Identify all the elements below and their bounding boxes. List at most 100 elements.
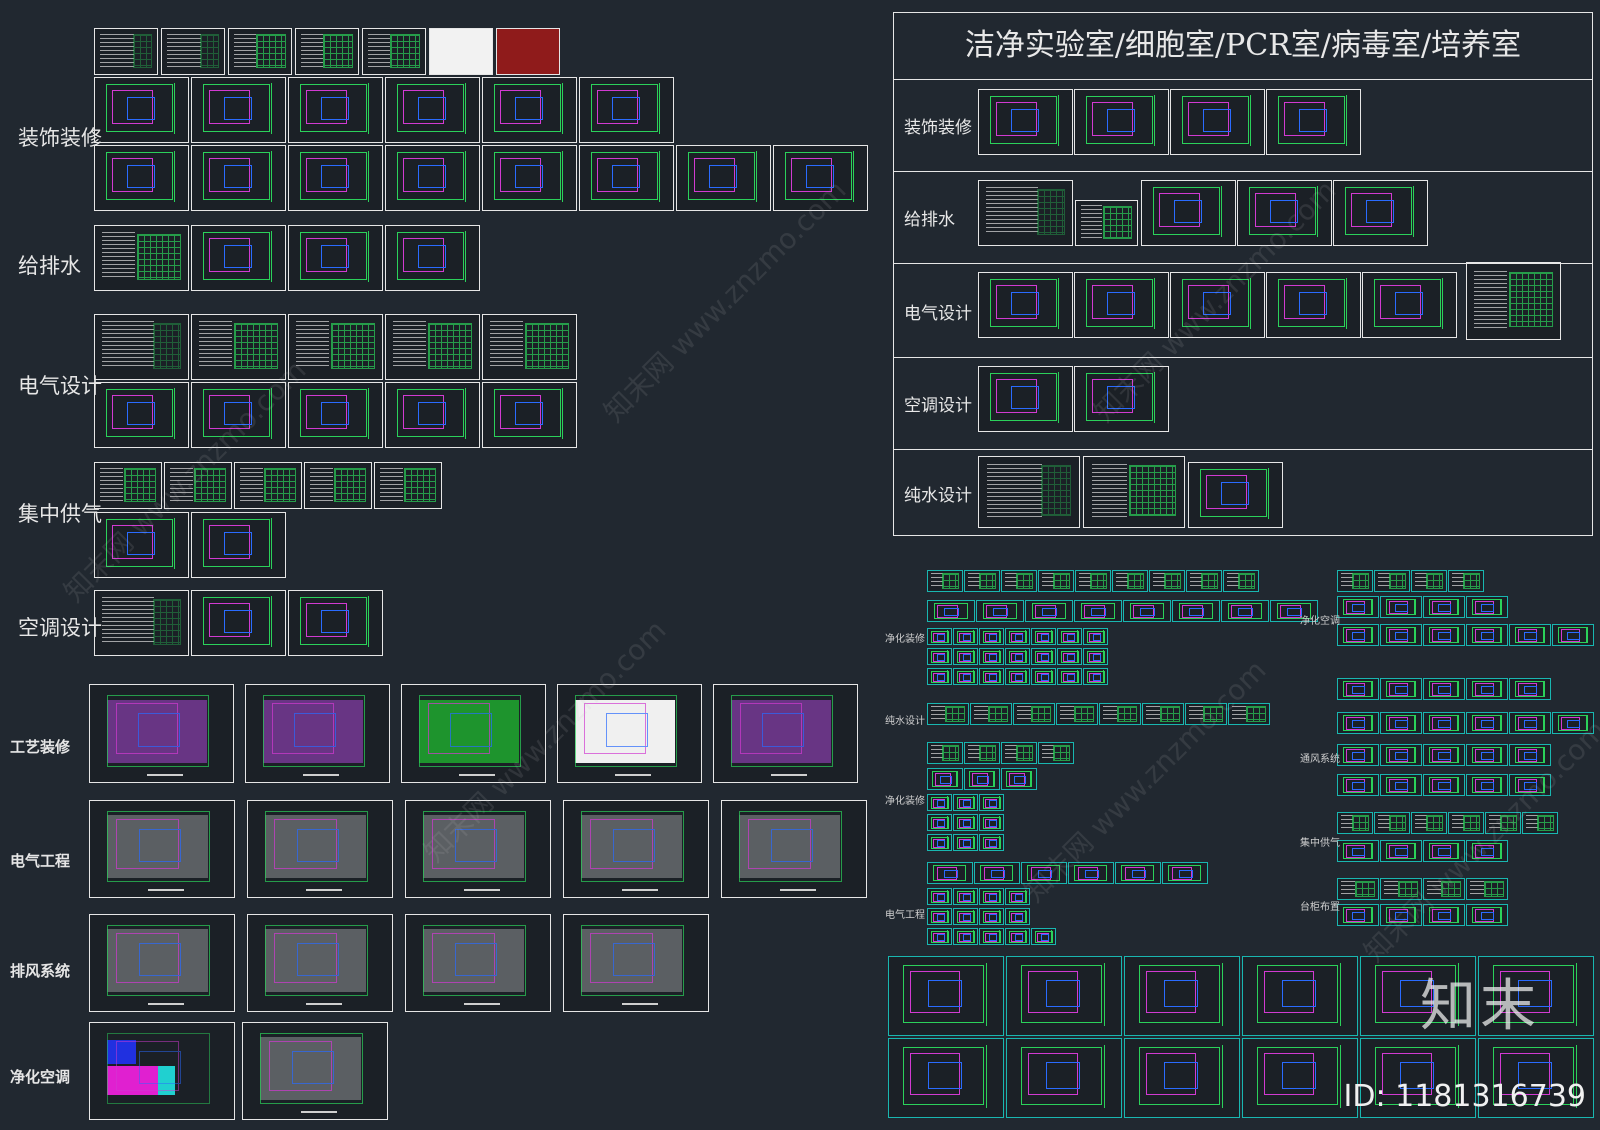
- drawing-sheet-thumbnail[interactable]: [161, 28, 225, 75]
- drawing-sheet-thumbnail[interactable]: [1057, 648, 1082, 665]
- drawing-sheet-thumbnail[interactable]: [927, 862, 973, 884]
- drawing-sheet-thumbnail[interactable]: [1223, 570, 1259, 592]
- drawing-sheet-thumbnail[interactable]: [385, 382, 480, 448]
- drawing-sheet-thumbnail[interactable]: [1162, 862, 1208, 884]
- drawing-sheet-thumbnail[interactable]: [89, 684, 234, 783]
- drawing-sheet-thumbnail[interactable]: [979, 628, 1004, 645]
- drawing-sheet-thumbnail[interactable]: [1031, 928, 1056, 945]
- drawing-sheet-thumbnail[interactable]: [405, 914, 551, 1012]
- drawing-sheet-thumbnail[interactable]: [1337, 712, 1379, 734]
- drawing-sheet-thumbnail[interactable]: [927, 628, 952, 645]
- drawing-sheet-thumbnail[interactable]: [1031, 648, 1056, 665]
- drawing-sheet-thumbnail[interactable]: [94, 77, 189, 143]
- drawing-sheet-thumbnail[interactable]: [94, 225, 189, 291]
- drawing-sheet-thumbnail[interactable]: [964, 742, 1000, 764]
- drawing-sheet-thumbnail[interactable]: [1005, 928, 1030, 945]
- drawing-sheet-thumbnail[interactable]: [288, 590, 383, 656]
- drawing-sheet-thumbnail[interactable]: [245, 684, 390, 783]
- drawing-sheet-thumbnail[interactable]: [191, 512, 286, 578]
- drawing-sheet-thumbnail[interactable]: [1083, 648, 1108, 665]
- drawing-sheet-thumbnail[interactable]: [1005, 628, 1030, 645]
- drawing-sheet-thumbnail[interactable]: [927, 794, 952, 811]
- drawing-sheet-thumbnail[interactable]: [191, 225, 286, 291]
- drawing-sheet-thumbnail[interactable]: [1466, 904, 1508, 926]
- drawing-sheet-thumbnail[interactable]: [1380, 744, 1422, 766]
- drawing-sheet-thumbnail[interactable]: [953, 834, 978, 851]
- drawing-sheet-thumbnail[interactable]: [89, 1022, 235, 1120]
- drawing-sheet-thumbnail[interactable]: [385, 77, 480, 143]
- drawing-sheet-thumbnail[interactable]: [304, 462, 372, 509]
- drawing-sheet-thumbnail[interactable]: [979, 908, 1004, 925]
- drawing-sheet-thumbnail[interactable]: [234, 462, 302, 509]
- drawing-sheet-thumbnail[interactable]: [979, 928, 1004, 945]
- drawing-sheet-thumbnail[interactable]: [1509, 712, 1551, 734]
- drawing-sheet-thumbnail[interactable]: [927, 742, 963, 764]
- drawing-sheet-thumbnail[interactable]: [979, 794, 1004, 811]
- drawing-sheet-thumbnail[interactable]: [953, 648, 978, 665]
- drawing-sheet-thumbnail[interactable]: [563, 800, 709, 898]
- drawing-sheet-thumbnail[interactable]: [1031, 668, 1056, 685]
- drawing-sheet-thumbnail[interactable]: [721, 800, 867, 898]
- drawing-sheet-thumbnail[interactable]: [927, 814, 952, 831]
- drawing-sheet-thumbnail[interactable]: [1172, 600, 1220, 622]
- drawing-sheet-thumbnail[interactable]: [979, 888, 1004, 905]
- drawing-sheet-thumbnail[interactable]: [1075, 570, 1111, 592]
- drawing-sheet-thumbnail[interactable]: [953, 814, 978, 831]
- drawing-sheet-thumbnail[interactable]: [242, 1022, 388, 1120]
- drawing-sheet-thumbnail[interactable]: [496, 28, 560, 75]
- drawing-sheet-thumbnail[interactable]: [970, 703, 1012, 725]
- drawing-sheet-thumbnail[interactable]: [979, 814, 1004, 831]
- drawing-sheet-thumbnail[interactable]: [563, 914, 709, 1012]
- drawing-sheet-thumbnail[interactable]: [1448, 570, 1484, 592]
- drawing-sheet-thumbnail[interactable]: [1099, 703, 1141, 725]
- drawing-sheet-thumbnail[interactable]: [1149, 570, 1185, 592]
- drawing-sheet-thumbnail[interactable]: [1380, 624, 1422, 646]
- drawing-sheet-thumbnail[interactable]: [1337, 774, 1379, 796]
- drawing-sheet-thumbnail[interactable]: [1124, 956, 1240, 1036]
- drawing-sheet-thumbnail[interactable]: [1006, 1038, 1122, 1118]
- drawing-sheet-thumbnail[interactable]: [953, 628, 978, 645]
- drawing-sheet-thumbnail[interactable]: [1083, 628, 1108, 645]
- drawing-sheet-thumbnail[interactable]: [927, 570, 963, 592]
- drawing-sheet-thumbnail[interactable]: [1337, 840, 1379, 862]
- drawing-sheet-thumbnail[interactable]: [1337, 570, 1373, 592]
- drawing-sheet-thumbnail[interactable]: [1337, 878, 1379, 900]
- drawing-sheet-thumbnail[interactable]: [1001, 768, 1037, 790]
- drawing-sheet-thumbnail[interactable]: [1115, 862, 1161, 884]
- drawing-sheet-thumbnail[interactable]: [1005, 648, 1030, 665]
- drawing-sheet-thumbnail[interactable]: [1337, 624, 1379, 646]
- drawing-sheet-thumbnail[interactable]: [288, 382, 383, 448]
- drawing-sheet-thumbnail[interactable]: [288, 77, 383, 143]
- drawing-sheet-thumbnail[interactable]: [927, 908, 952, 925]
- drawing-sheet-thumbnail[interactable]: [1242, 956, 1358, 1036]
- drawing-sheet-thumbnail[interactable]: [94, 314, 189, 380]
- drawing-sheet-thumbnail[interactable]: [1124, 1038, 1240, 1118]
- drawing-sheet-thumbnail[interactable]: [288, 225, 383, 291]
- drawing-sheet-thumbnail[interactable]: [1337, 678, 1379, 700]
- drawing-sheet-thumbnail[interactable]: [979, 834, 1004, 851]
- drawing-sheet-thumbnail[interactable]: [1466, 624, 1508, 646]
- drawing-sheet-thumbnail[interactable]: [1466, 744, 1508, 766]
- drawing-sheet-thumbnail[interactable]: [1374, 812, 1410, 834]
- drawing-sheet-thumbnail[interactable]: [964, 570, 1000, 592]
- drawing-sheet-thumbnail[interactable]: [1411, 812, 1447, 834]
- drawing-sheet-thumbnail[interactable]: [1038, 742, 1074, 764]
- drawing-sheet-thumbnail[interactable]: [1001, 742, 1037, 764]
- drawing-sheet-thumbnail[interactable]: [482, 314, 577, 380]
- drawing-sheet-thumbnail[interactable]: [1057, 628, 1082, 645]
- drawing-sheet-thumbnail[interactable]: [927, 768, 963, 790]
- drawing-sheet-thumbnail[interactable]: [1337, 596, 1379, 618]
- drawing-sheet-thumbnail[interactable]: [1466, 596, 1508, 618]
- drawing-sheet-thumbnail[interactable]: [1380, 840, 1422, 862]
- drawing-sheet-thumbnail[interactable]: [228, 28, 292, 75]
- drawing-sheet-thumbnail[interactable]: [953, 794, 978, 811]
- drawing-sheet-thumbnail[interactable]: [94, 28, 158, 75]
- drawing-sheet-thumbnail[interactable]: [1466, 712, 1508, 734]
- drawing-sheet-thumbnail[interactable]: [385, 145, 480, 211]
- drawing-sheet-thumbnail[interactable]: [295, 28, 359, 75]
- drawing-sheet-thumbnail[interactable]: [579, 77, 674, 143]
- drawing-sheet-thumbnail[interactable]: [1005, 908, 1030, 925]
- drawing-sheet-thumbnail[interactable]: [1005, 668, 1030, 685]
- drawing-sheet-thumbnail[interactable]: [927, 600, 975, 622]
- drawing-sheet-thumbnail[interactable]: [1083, 668, 1108, 685]
